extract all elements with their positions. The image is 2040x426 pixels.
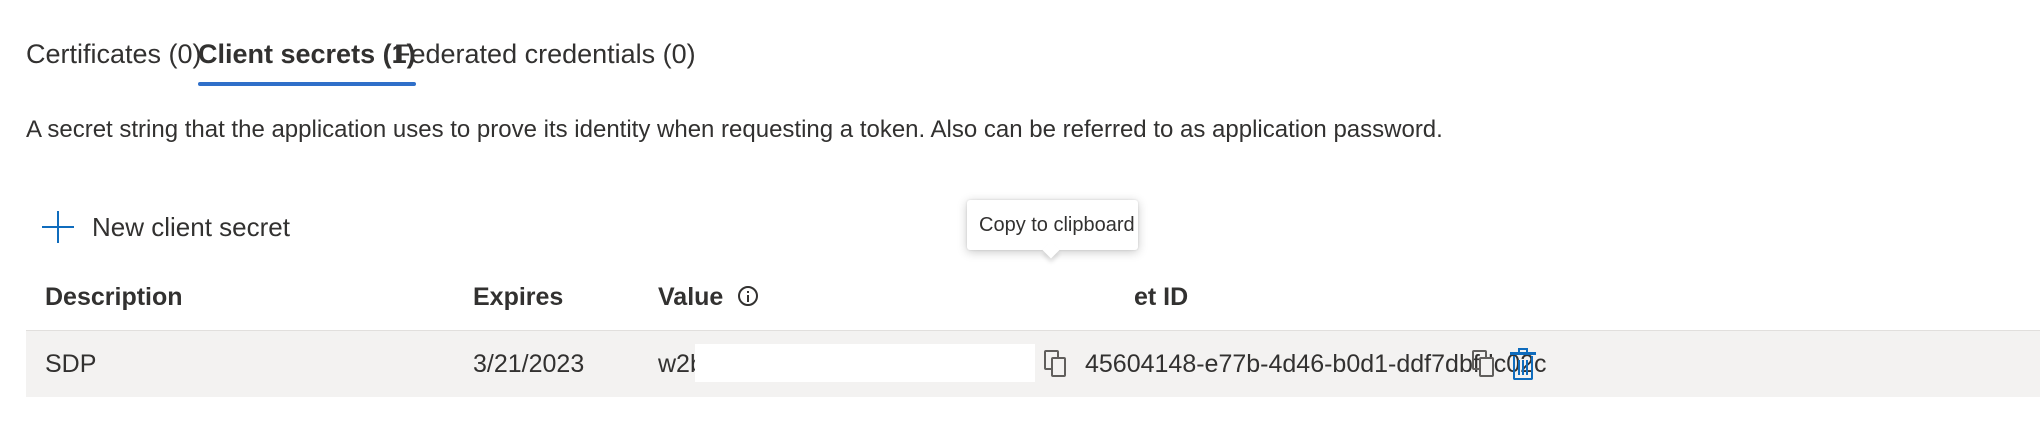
tab-client-secrets-label: Client secrets (1) (198, 39, 416, 69)
secret-expires-cell: 3/21/2023 (473, 350, 585, 378)
tab-certificates-label: Certificates (0) (26, 39, 202, 69)
value-redaction (695, 344, 1035, 382)
column-header-description: Description (45, 272, 183, 322)
secrets-description: A secret string that the application use… (26, 116, 1443, 143)
secrets-table-header: Description Expires Value et ID (26, 272, 2026, 322)
column-header-value-label: Value (658, 283, 724, 311)
column-header-value: Value (658, 272, 759, 322)
copy-tooltip: Copy to clipboard (967, 200, 1138, 259)
delete-icon[interactable] (1510, 348, 1536, 380)
copy-value-icon[interactable] (1044, 350, 1068, 378)
active-tab-indicator (198, 82, 416, 86)
table-row: SDP 3/21/2023 w2b 45604148-e77b-4d46-b0d… (26, 330, 2040, 397)
secret-description-cell: SDP (45, 350, 97, 378)
copy-tooltip-text: Copy to clipboard (979, 214, 1135, 236)
tab-federated-credentials-label: Federated credentials (0) (394, 39, 696, 69)
plus-icon (42, 211, 74, 243)
tab-federated-credentials[interactable]: Federated credentials (0) (394, 30, 696, 78)
column-header-expires-label: Expires (473, 283, 564, 311)
column-header-expires: Expires (473, 272, 563, 322)
tab-client-secrets[interactable]: Client secrets (1) (198, 30, 416, 86)
client-secrets-panel: Certificates (0) Client secrets (1) Fede… (0, 0, 2040, 426)
column-header-secret-id-label: et ID (1134, 283, 1189, 311)
column-header-description-label: Description (45, 283, 183, 311)
info-icon[interactable] (738, 286, 759, 306)
copy-secret-id-icon[interactable] (1472, 350, 1496, 378)
new-client-secret-label: New client secret (92, 211, 290, 242)
new-client-secret-button[interactable]: New client secret (42, 205, 290, 249)
column-header-secret-id: et ID (1134, 272, 1188, 322)
tab-certificates[interactable]: Certificates (0) (26, 30, 202, 78)
